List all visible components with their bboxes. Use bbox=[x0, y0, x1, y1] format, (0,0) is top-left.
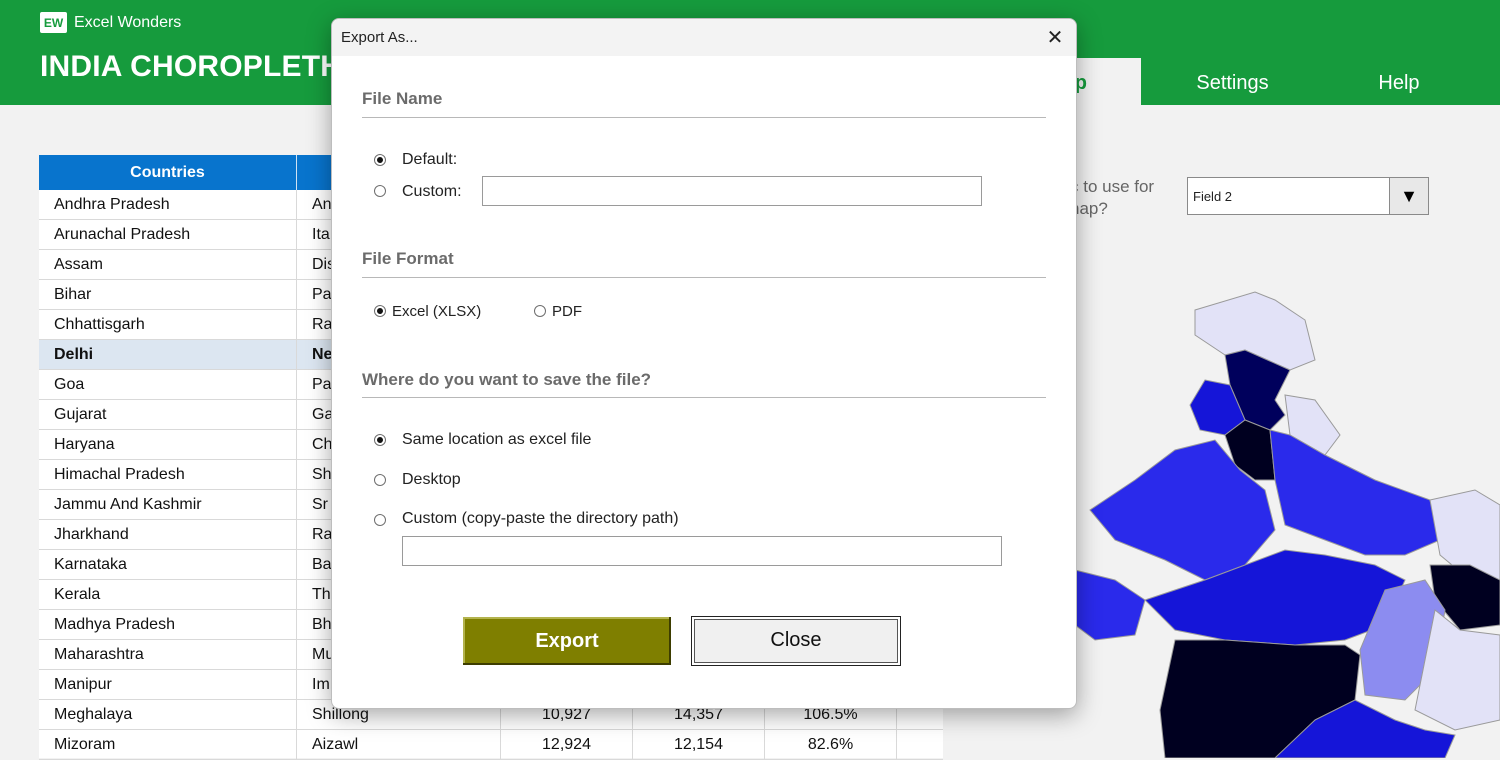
file-name-heading: File Name bbox=[362, 89, 443, 108]
state-name-cell: Kerala bbox=[39, 580, 297, 610]
format-pdf-radio[interactable] bbox=[534, 305, 546, 317]
state-name-cell: Assam bbox=[39, 250, 297, 280]
brand-logo: EW bbox=[40, 12, 67, 33]
page-title: INDIA CHOROPLETH bbox=[40, 50, 343, 83]
state-name-cell: Manipur bbox=[39, 670, 297, 700]
file-name-divider bbox=[362, 117, 1046, 118]
state-name-cell: Chhattisgarh bbox=[39, 310, 297, 340]
file-name-custom-label: Custom: bbox=[402, 183, 462, 200]
column-header-countries[interactable]: Countries bbox=[39, 155, 297, 190]
save-desktop-label: Desktop bbox=[402, 471, 461, 488]
brand: EW Excel Wonders bbox=[40, 12, 181, 33]
table-row[interactable]: Mizoram Aizawl 12,924 12,154 82.6% bbox=[39, 730, 943, 760]
file-name-custom-radio[interactable] bbox=[374, 185, 386, 197]
state-name-cell: Gujarat bbox=[39, 400, 297, 430]
state-name-cell: Madhya Pradesh bbox=[39, 610, 297, 640]
format-excel-label: Excel (XLSX) bbox=[392, 303, 482, 320]
save-location-divider bbox=[362, 397, 1046, 398]
state-name-cell: Karnataka bbox=[39, 550, 297, 580]
state-name-cell: Bihar bbox=[39, 280, 297, 310]
state-name-cell: Goa bbox=[39, 370, 297, 400]
save-location-heading: Where do you want to save the file? bbox=[362, 370, 652, 389]
field-select-value: Field 2 bbox=[1193, 189, 1233, 204]
state-name-cell: Andhra Pradesh bbox=[39, 190, 297, 220]
save-custom-label: Custom (copy-paste the directory path) bbox=[402, 510, 679, 527]
export-dialog: Export As... ✕ File Name Default: Custom… bbox=[331, 18, 1077, 709]
format-excel-radio[interactable] bbox=[374, 305, 386, 317]
save-custom-path-input[interactable] bbox=[402, 536, 1002, 566]
tab-settings-label: Settings bbox=[1196, 72, 1269, 94]
dialog-titlebar: Export As... ✕ bbox=[332, 19, 1076, 56]
save-desktop-radio[interactable] bbox=[374, 474, 386, 486]
india-choropleth-map bbox=[1075, 291, 1500, 758]
export-button[interactable]: Export bbox=[463, 617, 671, 665]
triangle-down-icon[interactable]: ▼ bbox=[1389, 178, 1428, 214]
close-button[interactable]: Close bbox=[691, 616, 901, 666]
file-format-divider bbox=[362, 277, 1046, 278]
value-cell-3: 82.6% bbox=[765, 730, 897, 760]
tab-help[interactable]: Help bbox=[1324, 58, 1474, 105]
tab-help-label: Help bbox=[1378, 72, 1420, 94]
state-name-cell: Haryana bbox=[39, 430, 297, 460]
state-name-cell: Arunachal Pradesh bbox=[39, 220, 297, 250]
field-select[interactable]: Field 2 ▼ bbox=[1187, 177, 1429, 215]
close-icon[interactable]: ✕ bbox=[1040, 23, 1070, 53]
capital-cell: Aizawl bbox=[297, 730, 501, 760]
brand-name: Excel Wonders bbox=[74, 13, 182, 31]
save-custom-radio[interactable] bbox=[374, 514, 386, 526]
state-name-cell: Meghalaya bbox=[39, 700, 297, 730]
state-name-cell: Maharashtra bbox=[39, 640, 297, 670]
state-name-cell: Jharkhand bbox=[39, 520, 297, 550]
value-cell-2: 12,154 bbox=[633, 730, 765, 760]
map-region-gujarat[interactable] bbox=[1075, 569, 1146, 641]
file-format-heading: File Format bbox=[362, 249, 454, 268]
state-name-cell: Mizoram bbox=[39, 730, 297, 760]
format-pdf-label: PDF bbox=[552, 303, 582, 320]
file-name-default-label: Default: bbox=[402, 151, 458, 168]
state-name-cell: Himachal Pradesh bbox=[39, 460, 297, 490]
field-question: c to use for nap? bbox=[1070, 177, 1155, 218]
dialog-title: Export As... bbox=[341, 29, 418, 46]
file-name-custom-input[interactable] bbox=[482, 176, 982, 206]
tab-settings[interactable]: Settings bbox=[1141, 58, 1324, 105]
map-region-uttar-pradesh[interactable] bbox=[1269, 429, 1441, 556]
save-same-location-radio[interactable] bbox=[374, 434, 386, 446]
value-cell-1: 12,924 bbox=[501, 730, 633, 760]
file-name-default-radio[interactable] bbox=[374, 154, 386, 166]
state-name-cell: Jammu And Kashmir bbox=[39, 490, 297, 520]
save-same-location-label: Same location as excel file bbox=[402, 431, 592, 448]
state-name-cell: Delhi bbox=[39, 340, 297, 370]
